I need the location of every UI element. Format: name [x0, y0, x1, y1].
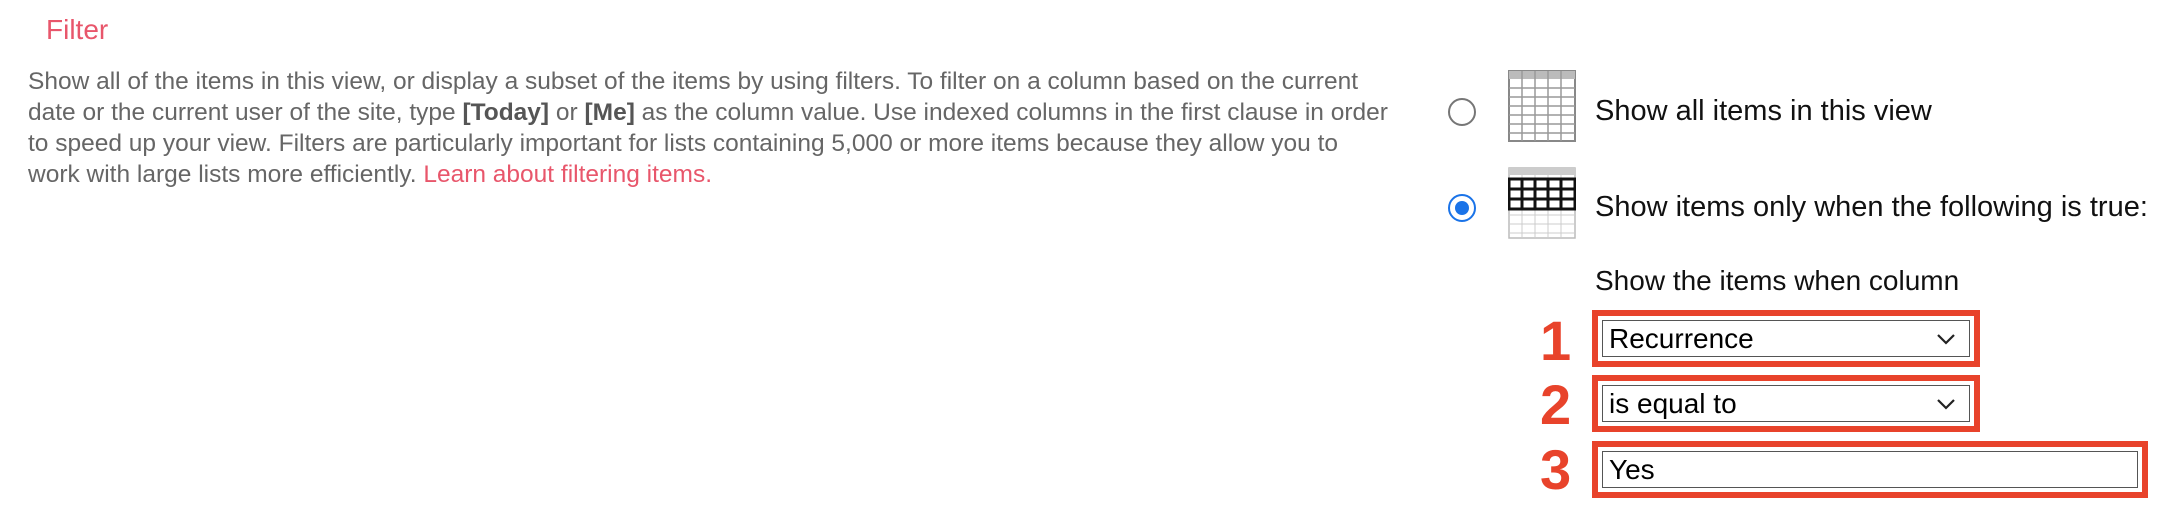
show-filtered-label[interactable]: Show items only when the following is tr…	[1595, 191, 2148, 224]
filter-caption: Show the items when column	[1595, 265, 1960, 296]
table-filtered-icon	[1507, 167, 1577, 244]
operator-select[interactable]: is equal to	[1602, 385, 1970, 422]
filter-description: Show all of the items in this view, or d…	[28, 66, 1388, 190]
table-grid-icon	[1508, 70, 1576, 147]
step-marker-3: 3	[1540, 438, 1572, 501]
show-all-label[interactable]: Show all items in this view	[1595, 95, 1932, 128]
chevron-down-icon	[1931, 389, 1961, 419]
step-marker-1: 1	[1540, 309, 1572, 372]
value-input-highlight: Yes	[1592, 441, 2148, 498]
learn-filtering-link[interactable]: Learn about filtering items.	[423, 161, 712, 188]
show-filtered-radio[interactable]	[1448, 194, 1476, 222]
operator-select-highlight: is equal to	[1592, 375, 1980, 432]
operator-select-value: is equal to	[1609, 387, 1737, 419]
me-token: [Me]	[584, 99, 635, 126]
column-select-highlight: Recurrence	[1592, 310, 1980, 367]
show-all-radio[interactable]	[1448, 98, 1476, 126]
section-title: Filter	[46, 14, 109, 45]
column-select[interactable]: Recurrence	[1602, 320, 1970, 357]
step-marker-2: 2	[1540, 373, 1572, 436]
description-or: or	[549, 99, 585, 126]
chevron-down-icon	[1931, 324, 1961, 354]
today-token: [Today]	[462, 99, 550, 126]
filter-value-input[interactable]: Yes	[1602, 451, 2138, 488]
column-select-value: Recurrence	[1609, 322, 1754, 354]
